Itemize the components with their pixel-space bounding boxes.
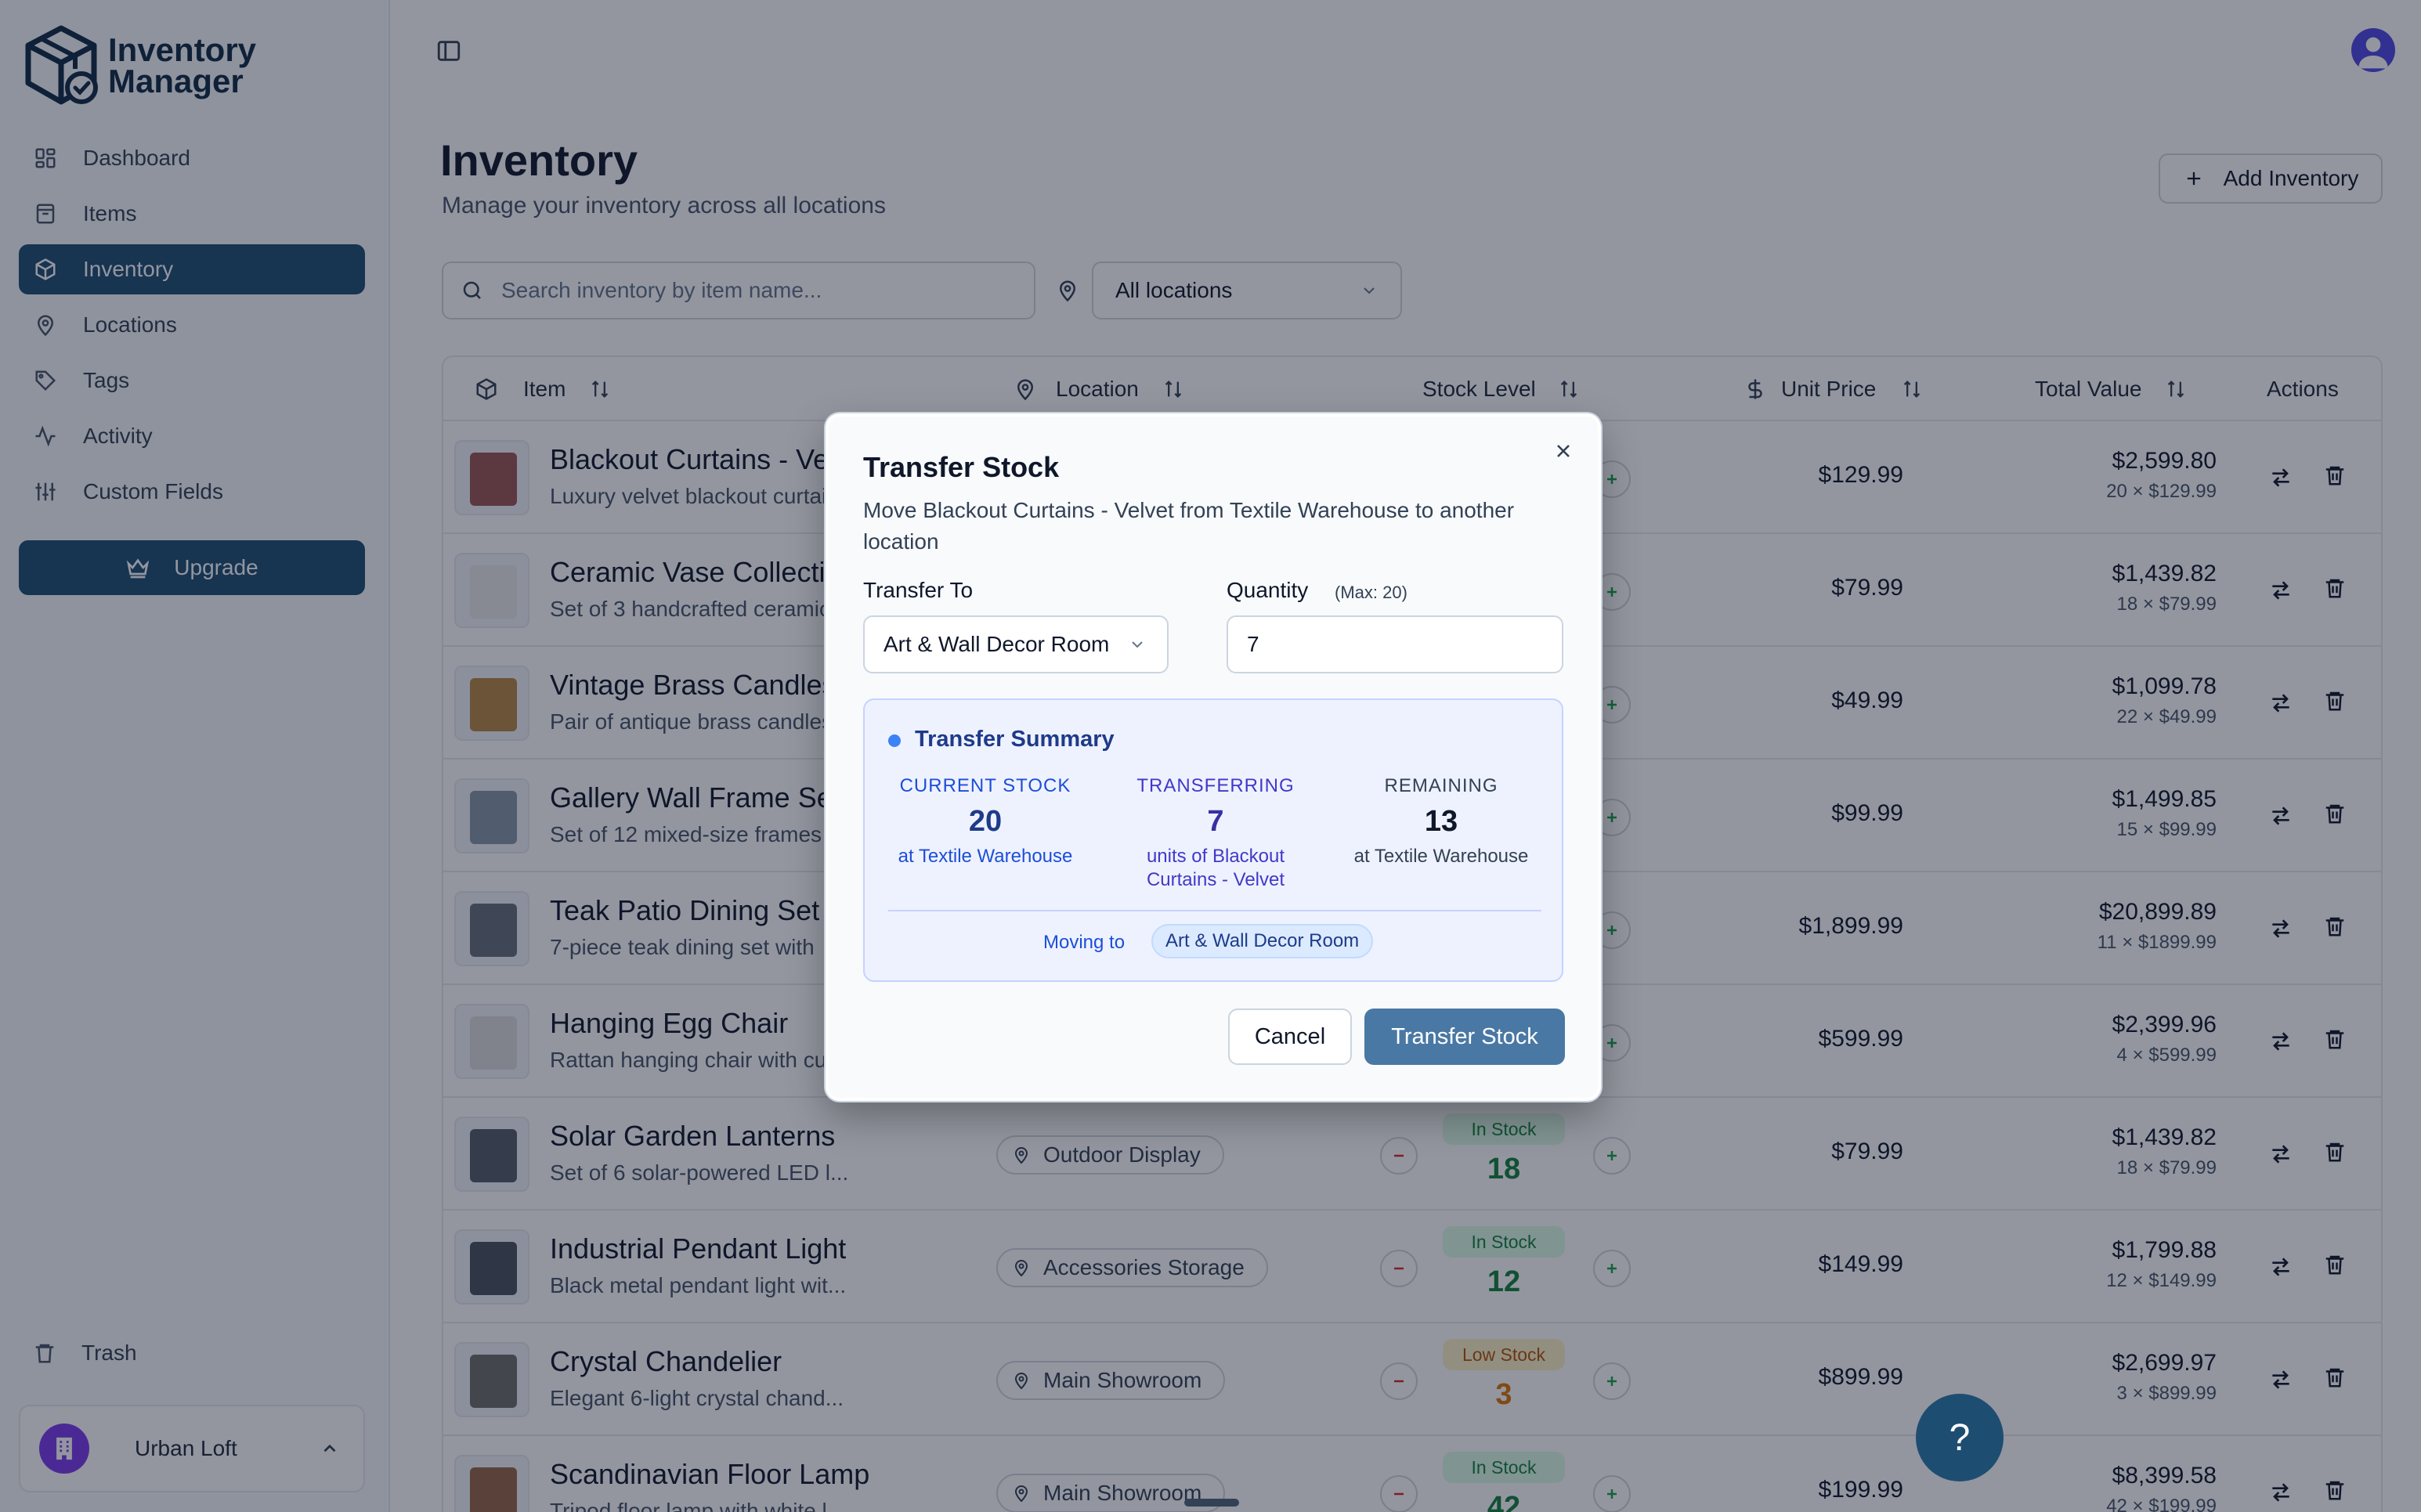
quantity-max-hint: (Max: 20) — [1335, 583, 1407, 602]
close-icon[interactable] — [1552, 440, 1574, 462]
summary-label: REMAINING — [1384, 775, 1498, 796]
help-button[interactable]: ? — [1916, 1394, 2004, 1481]
transfer-to-select[interactable]: Art & Wall Decor Room — [863, 615, 1169, 673]
summary-value: 7 — [1207, 805, 1224, 838]
summary-current-stock: CURRENT STOCK 20 at Textile Warehouse — [883, 775, 1087, 868]
transfer-to-value: Art & Wall Decor Room — [883, 632, 1110, 656]
dialog-title: Transfer Stock — [863, 451, 1060, 483]
transfer-summary: Transfer Summary CURRENT STOCK 20 at Tex… — [863, 698, 1563, 982]
transfer-stock-dialog: Transfer Stock Move Blackout Curtains - … — [826, 413, 1601, 1101]
summary-value: 13 — [1424, 805, 1458, 838]
summary-dot-icon — [888, 734, 901, 747]
summary-divider — [888, 910, 1541, 911]
moving-to-chip: Art & Wall Decor Room — [1151, 924, 1374, 958]
cancel-button[interactable]: Cancel — [1228, 1009, 1352, 1065]
summary-sub: units of Blackout Curtains - Velvet — [1146, 846, 1285, 890]
scrollbar-thumb[interactable] — [1184, 1499, 1239, 1507]
summary-label: TRANSFERRING — [1136, 775, 1295, 796]
chevron-down-icon — [1128, 635, 1147, 654]
app-root: Inventory Manager Dashboard Items Invent… — [0, 0, 2421, 1512]
quantity-input[interactable] — [1228, 617, 1562, 672]
transfer-to-label: Transfer To — [863, 578, 974, 602]
transfer-stock-button[interactable]: Transfer Stock — [1364, 1009, 1565, 1065]
dialog-description: Move Blackout Curtains - Velvet from Tex… — [863, 498, 1515, 554]
quantity-field-wrap — [1227, 615, 1563, 673]
moving-to-label: Moving to — [1043, 932, 1126, 953]
summary-value: 20 — [968, 805, 1003, 838]
quantity-label: Quantity — [1227, 578, 1309, 602]
summary-remaining: REMAINING 13 at Textile Warehouse — [1339, 775, 1543, 868]
summary-sub: at Textile Warehouse — [898, 846, 1073, 867]
summary-label: CURRENT STOCK — [899, 775, 1071, 796]
summary-sub: at Textile Warehouse — [1353, 846, 1529, 867]
summary-title: Transfer Summary — [915, 727, 1115, 752]
summary-transferring: TRANSFERRING 7 units of Blackout Curtain… — [1114, 775, 1317, 892]
